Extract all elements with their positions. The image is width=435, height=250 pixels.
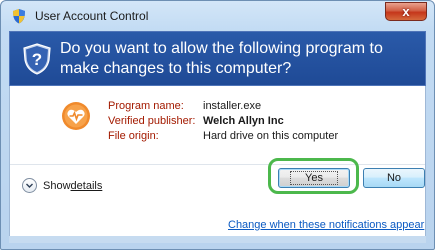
help-shield-icon: ?: [23, 43, 51, 75]
no-button-label: No: [386, 172, 402, 184]
change-notifications-link[interactable]: Change when these notifications appear: [228, 219, 424, 231]
question-text: Do you want to allow the following progr…: [60, 40, 383, 77]
divider: [10, 164, 425, 165]
title-bar[interactable]: User Account Control x: [1, 1, 434, 31]
publisher-value: Welch Allyn Inc: [203, 115, 284, 127]
window-title: User Account Control: [35, 9, 149, 23]
heart-shield-icon: [62, 102, 90, 130]
file-origin-row: File origin: Hard drive on this computer: [108, 129, 338, 144]
show-details-toggle[interactable]: Show details: [22, 178, 102, 193]
program-name-row: Program name: installer.exe: [108, 99, 338, 114]
question-banner: ? Do you want to allow the following pro…: [9, 31, 426, 86]
yes-button[interactable]: Yes: [278, 168, 350, 188]
no-button[interactable]: No: [363, 168, 425, 188]
svg-text:?: ?: [32, 50, 42, 69]
close-button[interactable]: x: [385, 2, 427, 21]
publisher-label: Verified publisher:: [108, 115, 196, 127]
program-details: Program name: installer.exe Verified pub…: [108, 99, 338, 144]
file-origin-value: Hard drive on this computer: [203, 130, 339, 142]
program-name-value: installer.exe: [203, 100, 262, 112]
publisher-row: Verified publisher: Welch Allyn Inc: [108, 114, 338, 129]
chevron-down-icon[interactable]: [22, 178, 37, 193]
program-name-label: Program name:: [108, 100, 184, 112]
show-details-label: details: [70, 179, 103, 192]
uac-dialog: User Account Control x ? Do you want to …: [0, 0, 435, 250]
close-icon: x: [402, 4, 410, 19]
program-info-panel: Program name: installer.exe Verified pub…: [9, 86, 426, 236]
bottom-frame: [9, 236, 426, 243]
uac-shield-icon: [13, 9, 25, 24]
yes-button-label: Yes: [290, 171, 338, 185]
file-origin-label: File origin:: [108, 130, 159, 142]
show-details-prefix: Show: [43, 179, 71, 192]
